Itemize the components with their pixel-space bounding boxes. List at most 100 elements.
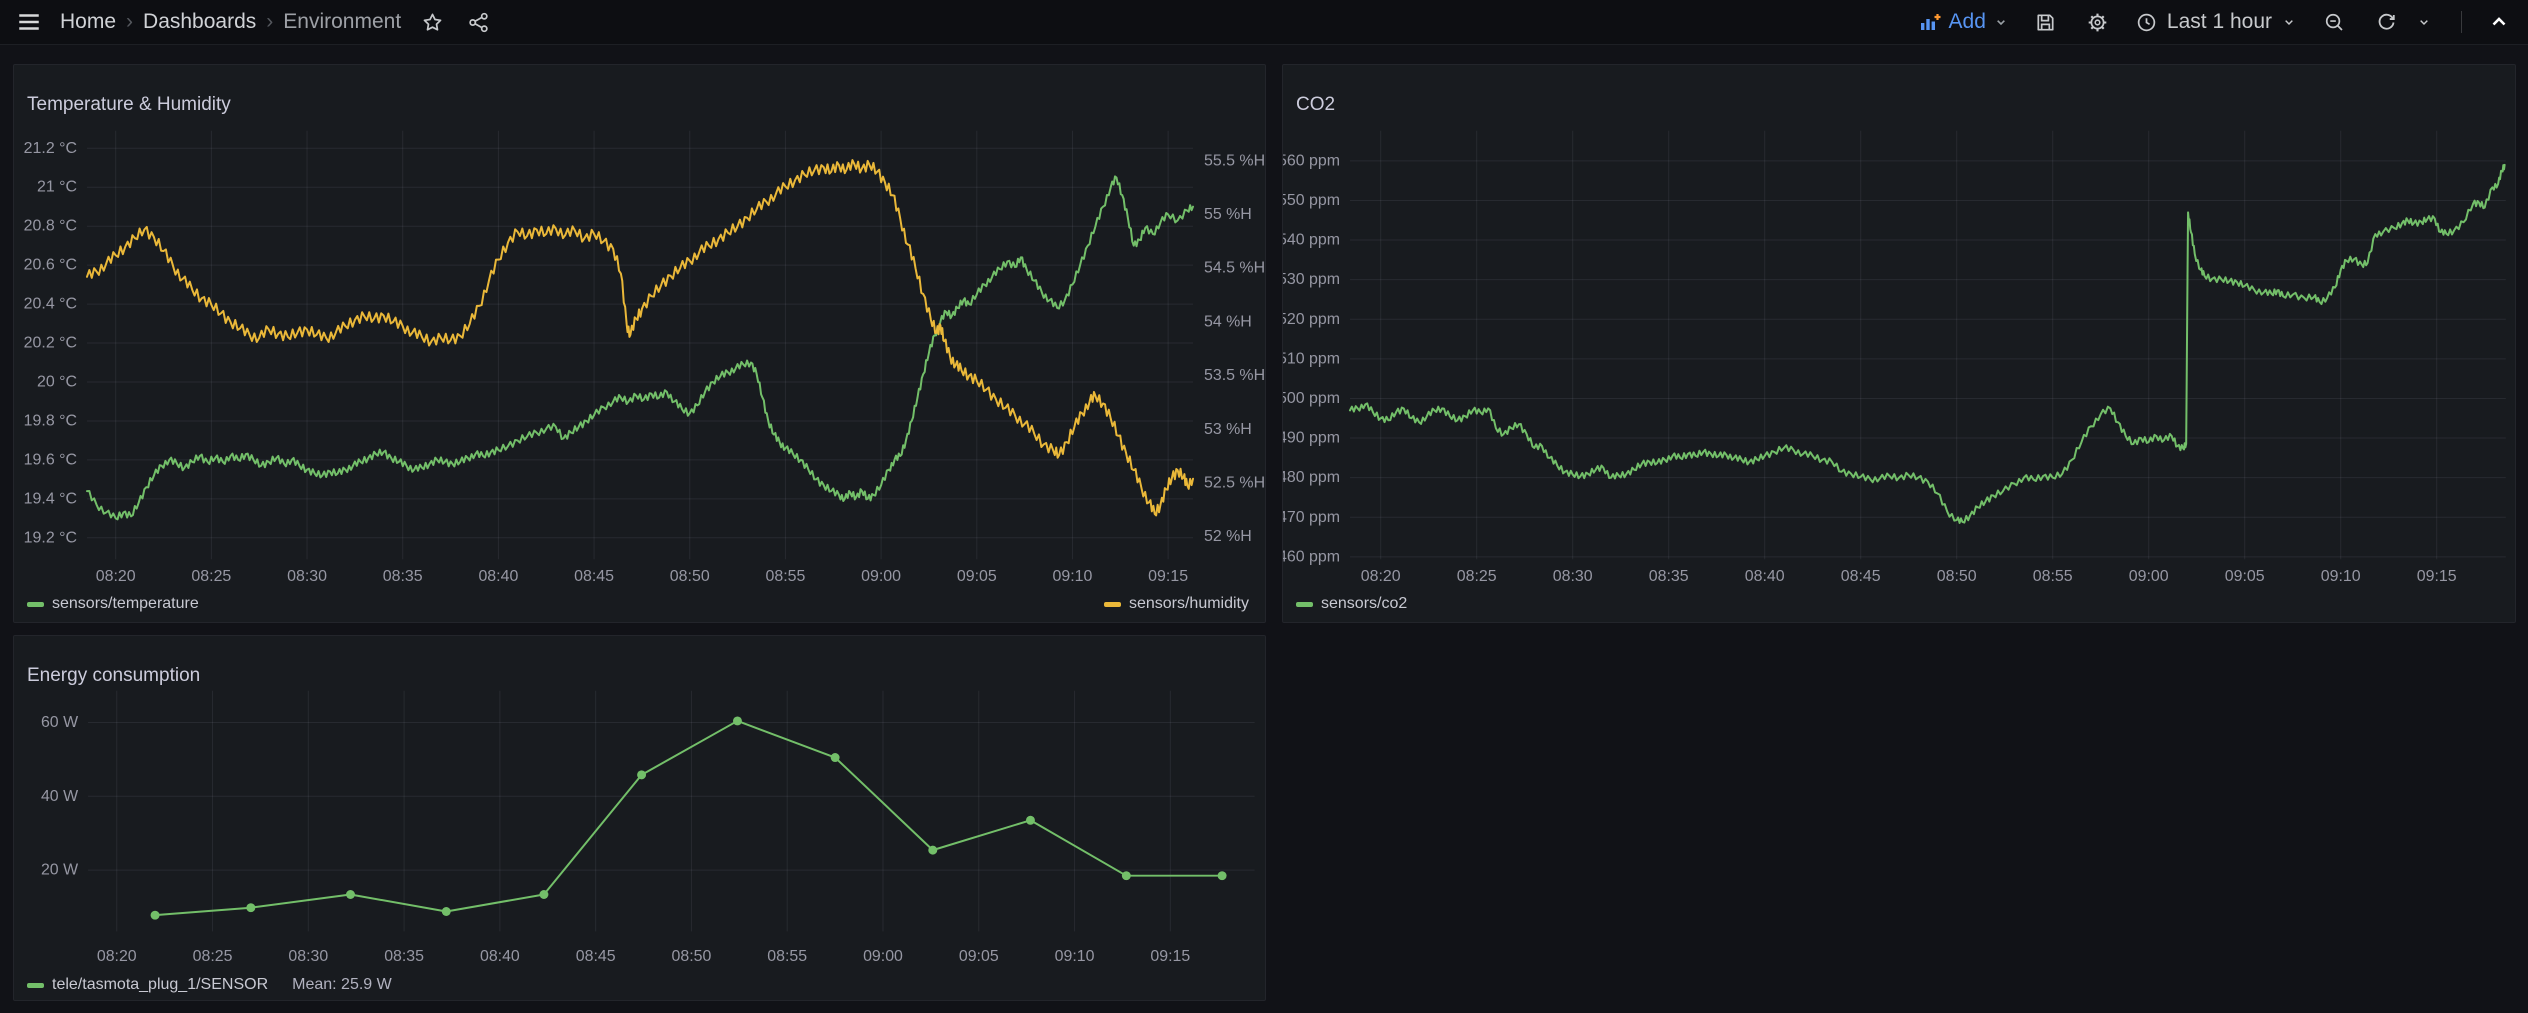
y-axis-right-tick-label: 53 %H [1204,421,1252,438]
x-axis-tick-label: 08:25 [1457,568,1497,585]
panel-temperature-humidity: 21.2 °C21 °C20.8 °C20.6 °C20.4 °C20.2 °C… [13,64,1266,623]
y-axis-tick-label: 19.6 °C [24,451,77,468]
data-point-marker[interactable] [246,903,255,912]
x-axis-tick-label: 09:00 [861,568,901,585]
breadcrumb: Home › Dashboards › Environment [60,10,401,34]
x-axis-tick-label: 08:50 [670,568,710,585]
panel-title[interactable]: Energy consumption [27,665,200,687]
x-axis-tick-label: 08:50 [672,948,712,965]
x-axis-tick-label: 08:30 [1553,568,1593,585]
zoom-out-icon[interactable] [2319,7,2349,37]
legend-item-co2[interactable]: sensors/co2 [1296,595,1407,613]
series-color-swatch [1296,602,1313,607]
y-axis-right-tick-label: 54.5 %H [1204,260,1265,277]
data-point-marker[interactable] [831,753,840,762]
data-point-marker[interactable] [151,911,160,920]
y-axis-tick-label: 520 ppm [1283,311,1340,328]
save-icon[interactable] [2031,7,2061,37]
x-axis-tick-label: 08:40 [478,568,518,585]
x-axis-tick-label: 08:45 [576,948,616,965]
panel-title[interactable]: CO2 [1296,94,1335,116]
panel-title[interactable]: Temperature & Humidity [27,94,231,116]
series-line [87,176,1193,519]
legend-item-temperature[interactable]: sensors/temperature [27,595,199,613]
legend-item-energy[interactable]: tele/tasmota_plug_1/SENSOR Mean: 25.9 W [27,976,392,994]
data-point-marker[interactable] [637,770,646,779]
add-panel-icon [1918,10,1942,34]
chevron-down-icon [1993,14,2009,30]
x-axis-tick-label: 09:10 [2321,568,2361,585]
x-axis-tick-label: 08:35 [1649,568,1689,585]
menu-icon[interactable] [14,7,44,37]
y-axis-tick-label: 19.8 °C [24,412,77,429]
legend: tele/tasmota_plug_1/SENSOR Mean: 25.9 W [27,976,1249,994]
legend-label: sensors/temperature [52,595,199,613]
y-axis-tick-label: 40 W [41,788,78,805]
y-axis-right-tick-label: 53.5 %H [1204,367,1265,384]
share-icon[interactable] [463,7,493,37]
x-axis-tick-label: 08:35 [383,568,423,585]
data-point-marker[interactable] [733,716,742,725]
legend-item-humidity[interactable]: sensors/humidity [1104,595,1249,613]
x-axis-tick-label: 08:25 [193,948,233,965]
x-axis-tick-label: 09:10 [1053,568,1093,585]
x-axis-tick-label: 09:15 [1148,568,1188,585]
data-point-marker[interactable] [1218,871,1227,880]
panel-energy-consumption: 60 W40 W20 W08:2008:2508:3008:3508:4008:… [13,635,1266,1001]
chevron-up-icon[interactable] [2484,7,2514,37]
y-axis-tick-label: 20 °C [37,373,77,390]
data-point-marker[interactable] [346,890,355,899]
y-axis-right-tick-label: 54 %H [1204,313,1252,330]
x-axis-tick-label: 09:05 [959,948,999,965]
breadcrumb-current: Environment [283,10,401,34]
time-range-picker[interactable]: Last 1 hour [2135,10,2297,34]
refresh-interval-dropdown[interactable] [2409,7,2439,37]
top-nav-bar: Home › Dashboards › Environment Add [0,0,2528,45]
breadcrumb-home[interactable]: Home [60,10,116,34]
x-axis-tick-label: 08:20 [1361,568,1401,585]
y-axis-tick-label: 19.4 °C [24,490,77,507]
x-axis-tick-label: 08:20 [97,948,137,965]
refresh-icon[interactable] [2371,7,2401,37]
data-point-marker[interactable] [539,890,548,899]
y-axis-right-tick-label: 52.5 %H [1204,474,1265,491]
temperature-humidity-chart: 21.2 °C21 °C20.8 °C20.6 °C20.4 °C20.2 °C… [14,65,1265,622]
x-axis-tick-label: 08:45 [1841,568,1881,585]
series-line [1350,165,2505,523]
y-axis-tick-label: 460 ppm [1283,548,1340,565]
x-axis-tick-label: 08:30 [288,948,328,965]
y-axis-tick-label: 480 ppm [1283,469,1340,486]
x-axis-tick-label: 08:35 [384,948,424,965]
x-axis-tick-label: 09:15 [2417,568,2457,585]
data-point-marker[interactable] [1026,816,1035,825]
legend-label: sensors/co2 [1321,595,1407,613]
add-button[interactable]: Add [1918,10,2009,34]
data-point-marker[interactable] [442,907,451,916]
legend: sensors/temperature sensors/humidity [27,595,1249,613]
y-axis-tick-label: 21 °C [37,179,77,196]
legend-label: sensors/humidity [1129,595,1249,613]
breadcrumb-separator: › [126,10,133,34]
x-axis-tick-label: 08:40 [1745,568,1785,585]
gear-icon[interactable] [2083,7,2113,37]
y-axis-tick-label: 20.8 °C [24,218,77,235]
time-range-label: Last 1 hour [2167,10,2272,34]
y-axis-tick-label: 19.2 °C [24,529,77,546]
add-button-label: Add [1949,10,1986,34]
y-axis-tick-label: 470 ppm [1283,509,1340,526]
data-point-marker[interactable] [1122,871,1131,880]
series-color-swatch [27,602,44,607]
panel-co2: 560 ppm550 ppm540 ppm530 ppm520 ppm510 p… [1282,64,2516,623]
x-axis-tick-label: 09:05 [957,568,997,585]
series-color-swatch [27,983,44,988]
breadcrumb-dashboards[interactable]: Dashboards [143,10,256,34]
star-icon[interactable] [417,7,447,37]
y-axis-right-tick-label: 55 %H [1204,206,1252,223]
grafana-dashboard: Home › Dashboards › Environment Add [0,0,2528,1013]
series-color-swatch [1104,602,1121,607]
legend: sensors/co2 [1296,595,2499,613]
y-axis-tick-label: 550 ppm [1283,192,1340,209]
data-point-marker[interactable] [928,846,937,855]
y-axis-tick-label: 20.4 °C [24,296,77,313]
y-axis-tick-label: 540 ppm [1283,232,1340,249]
